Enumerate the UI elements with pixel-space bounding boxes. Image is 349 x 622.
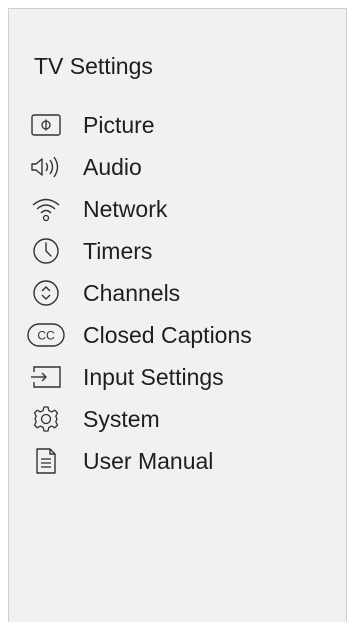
menu-item-label: Audio (83, 153, 142, 180)
menu-item-user-manual[interactable]: User Manual (9, 441, 346, 481)
menu-item-label: Input Settings (83, 363, 224, 390)
channels-icon (27, 278, 65, 308)
menu-item-timers[interactable]: Timers (9, 231, 346, 271)
wifi-icon (27, 194, 65, 224)
menu-item-audio[interactable]: Audio (9, 147, 346, 187)
menu-item-label: Timers (83, 237, 153, 264)
picture-icon (27, 110, 65, 140)
menu-item-label: User Manual (83, 447, 214, 474)
cc-icon: CC (27, 320, 65, 350)
menu-item-label: Channels (83, 279, 181, 306)
input-icon (27, 362, 65, 392)
gear-icon (27, 404, 65, 434)
menu-item-system[interactable]: System (9, 399, 346, 439)
svg-text:CC: CC (37, 329, 55, 343)
menu-item-label: Picture (83, 111, 155, 138)
menu-item-input-settings[interactable]: Input Settings (9, 357, 346, 397)
menu-item-label: Closed Captions (83, 321, 252, 348)
menu-item-label: System (83, 405, 160, 432)
clock-icon (27, 236, 65, 266)
document-icon (27, 446, 65, 476)
menu-item-picture[interactable]: Picture (9, 105, 346, 145)
menu-item-closed-captions[interactable]: CC Closed Captions (9, 315, 346, 355)
menu-item-network[interactable]: Network (9, 189, 346, 229)
audio-icon (27, 152, 65, 182)
tv-settings-panel: TV Settings Picture Audio Network Timers… (8, 8, 347, 622)
page-title: TV Settings (34, 53, 153, 79)
menu-item-channels[interactable]: Channels (9, 273, 346, 313)
menu-item-label: Network (83, 195, 168, 222)
